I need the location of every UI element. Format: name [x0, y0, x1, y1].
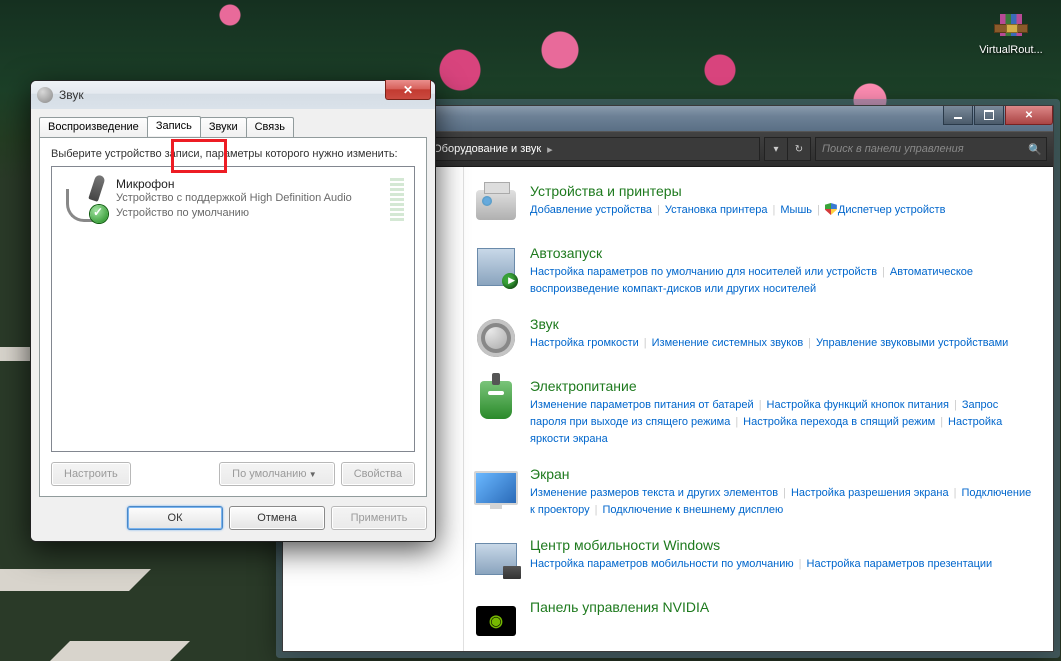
task-link[interactable]: Настройка параметров по умолчанию для но… — [530, 266, 877, 278]
category-3: Электропитание Изменение параметров питан… — [474, 378, 1033, 448]
category-title[interactable]: Панель управления NVIDIA — [530, 599, 1033, 615]
category-icon — [474, 245, 518, 289]
set-default-button[interactable]: По умолчанию ▼ — [219, 462, 335, 486]
task-link[interactable]: Настройка параметров презентации — [807, 558, 993, 570]
cancel-button[interactable]: Отмена — [229, 506, 325, 530]
sound-dialog-icon — [37, 87, 53, 103]
category-title[interactable]: Устройства и принтеры — [530, 183, 1033, 199]
tab-запись[interactable]: Запись — [147, 116, 201, 136]
category-5: Центр мобильности Windows Настройка парам… — [474, 537, 1033, 581]
task-link[interactable]: Управление звуковыми устройствами — [816, 337, 1008, 349]
tab-воспроизведение[interactable]: Воспроизведение — [39, 117, 148, 137]
category-title[interactable]: Автозапуск — [530, 245, 1033, 261]
sound-dialog-titlebar[interactable]: Звук ✕ — [31, 81, 435, 110]
instruction-text: Выберите устройство записи, параметры ко… — [51, 148, 415, 160]
tab-звуки[interactable]: Звуки — [200, 117, 247, 137]
microphone-icon — [60, 175, 108, 223]
category-links: Изменение размеров текста и других элеме… — [530, 485, 1033, 519]
task-link[interactable]: Диспетчер устройств — [838, 204, 946, 216]
category-links: Настройка параметров мобильности по умол… — [530, 556, 1033, 573]
search-icon: 🔍 — [1028, 143, 1042, 156]
category-links: Изменение параметров питания от батарей|… — [530, 397, 1033, 448]
winrar-icon — [992, 10, 1030, 40]
sound-dialog: Звук ✕ ВоспроизведениеЗаписьЗвукиСвязь В… — [30, 80, 436, 542]
category-title[interactable]: Звук — [530, 316, 1033, 332]
task-link[interactable]: Настройка параметров мобильности по умол… — [530, 558, 794, 570]
task-link[interactable]: Изменение системных звуков — [652, 337, 804, 349]
category-1: Автозапуск Настройка параметров по умолча… — [474, 245, 1033, 298]
category-title[interactable]: Центр мобильности Windows — [530, 537, 1033, 553]
category-2: Звук Настройка громкости|Изменение систем… — [474, 316, 1033, 360]
search-box[interactable]: Поиск в панели управления 🔍 — [815, 137, 1047, 161]
task-link[interactable]: Настройка громкости — [530, 337, 639, 349]
category-title[interactable]: Электропитание — [530, 378, 1033, 394]
category-icon — [474, 378, 518, 422]
desktop-icon-label: VirtualRout... — [971, 44, 1051, 56]
category-links: Настройка громкости|Изменение системных … — [530, 335, 1033, 352]
category-icon — [474, 466, 518, 510]
recording-tab-panel: Выберите устройство записи, параметры ко… — [39, 137, 427, 497]
sound-dialog-close-button[interactable]: ✕ — [385, 80, 431, 100]
control-panel-content: Устройства и принтеры Добавление устройст… — [464, 167, 1053, 651]
breadcrumb-2[interactable]: Оборудование и звук — [427, 143, 547, 155]
device-list[interactable]: Микрофон Устройство с поддержкой High De… — [51, 166, 415, 452]
task-link[interactable]: Настройка функций кнопок питания — [767, 399, 949, 411]
search-placeholder: Поиск в панели управления — [822, 143, 964, 155]
category-icon — [474, 537, 518, 581]
category-title[interactable]: Экран — [530, 466, 1033, 482]
category-links: Настройка параметров по умолчанию для но… — [530, 264, 1033, 298]
category-icon — [474, 316, 518, 360]
default-check-icon — [90, 205, 108, 223]
minimize-button[interactable] — [943, 106, 973, 125]
task-link[interactable]: Подключение к внешнему дисплею — [603, 504, 784, 516]
device-name: Микрофон — [116, 177, 352, 191]
properties-button[interactable]: Свойства — [341, 462, 415, 486]
level-meter — [388, 175, 406, 223]
category-4: Экран Изменение размеров текста и других … — [474, 466, 1033, 519]
desktop-icon-virtualrouter[interactable]: VirtualRout... — [971, 10, 1051, 56]
category-0: Устройства и принтеры Добавление устройст… — [474, 183, 1033, 227]
breadcrumb-dropdown[interactable]: ▾ — [764, 137, 788, 161]
task-link[interactable]: Изменение параметров питания от батарей — [530, 399, 754, 411]
category-6: ◉ Панель управления NVIDIA — [474, 599, 1033, 643]
tab-связь[interactable]: Связь — [246, 117, 294, 137]
apply-button[interactable]: Применить — [331, 506, 427, 530]
ok-button[interactable]: ОК — [127, 506, 223, 530]
task-link[interactable]: Настройка перехода в спящий режим — [743, 416, 935, 428]
configure-button[interactable]: Настроить — [51, 462, 131, 486]
task-link[interactable]: Настройка разрешения экрана — [791, 487, 949, 499]
shield-icon — [825, 203, 837, 215]
category-icon: ◉ — [474, 599, 518, 643]
device-item-microphone[interactable]: Микрофон Устройство с поддержкой High De… — [54, 169, 412, 229]
task-link[interactable]: Установка принтера — [665, 204, 768, 216]
chevron-down-icon: ▼ — [307, 470, 317, 479]
close-button[interactable] — [1005, 106, 1053, 125]
refresh-button[interactable]: ↻ — [788, 137, 811, 161]
category-icon — [474, 183, 518, 227]
task-link[interactable]: Мышь — [780, 204, 812, 216]
device-status: Устройство по умолчанию — [116, 206, 352, 221]
maximize-button[interactable] — [974, 106, 1004, 125]
sound-dialog-title: Звук — [59, 88, 84, 102]
device-driver: Устройство с поддержкой High Definition … — [116, 191, 352, 206]
category-links: Добавление устройства|Установка принтера… — [530, 202, 1033, 219]
task-link[interactable]: Изменение размеров текста и других элеме… — [530, 487, 778, 499]
task-link[interactable]: Добавление устройства — [530, 204, 652, 216]
